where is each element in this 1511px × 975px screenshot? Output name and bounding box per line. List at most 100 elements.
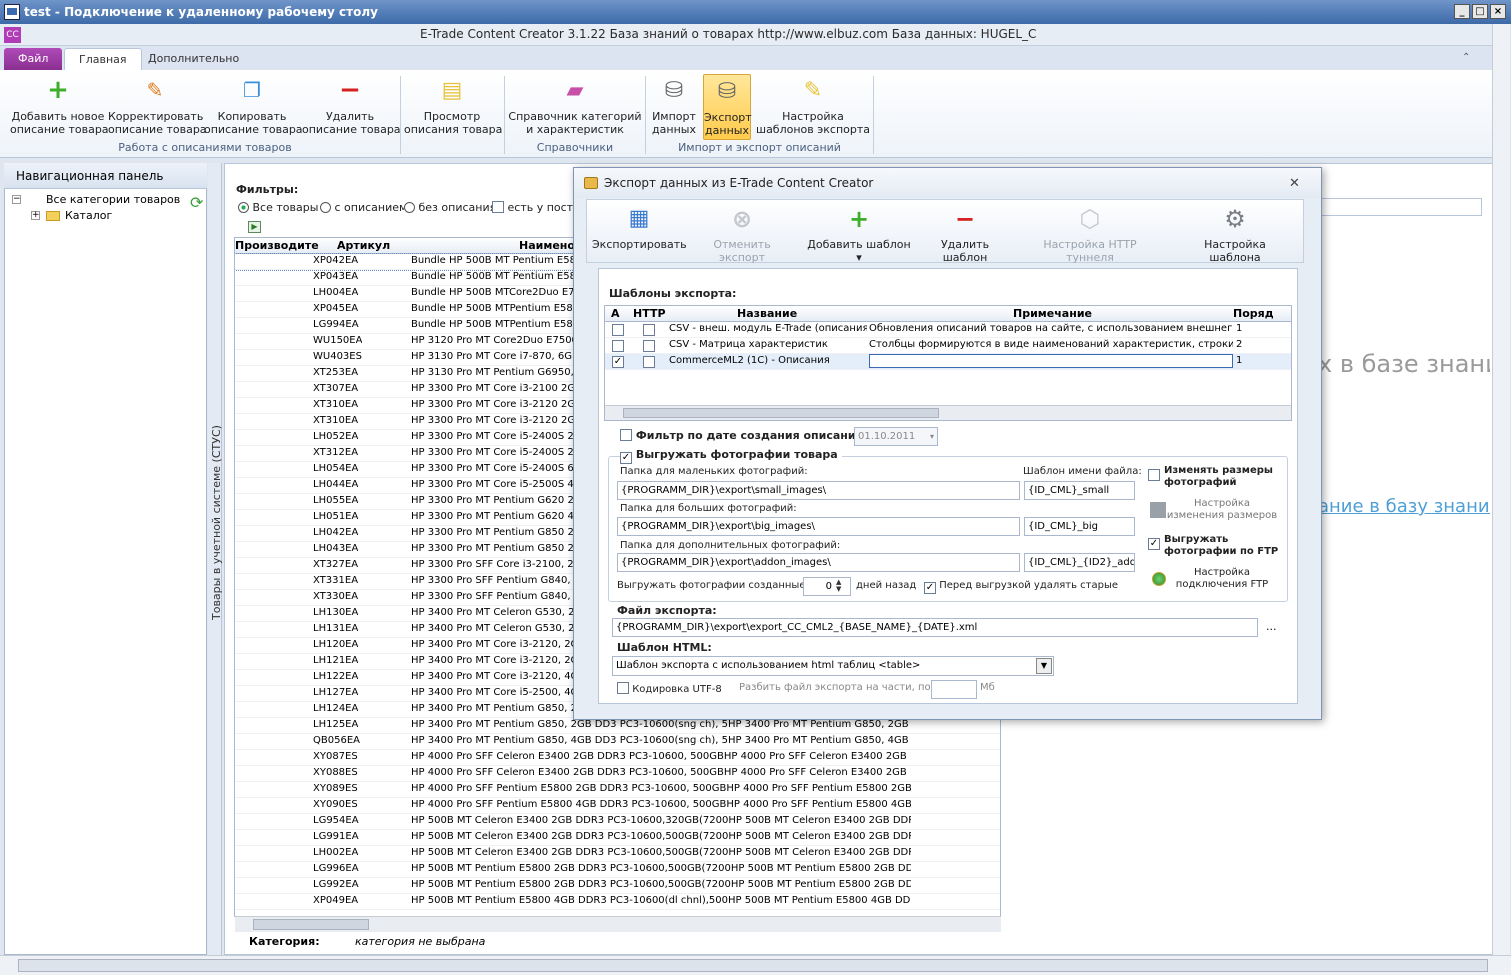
table-row[interactable]: XY089ES HP 4000 Pro SFF Pentium E5800 2GB…	[235, 782, 1000, 798]
edit-description-button[interactable]: ✎ Корректировать описание товара	[108, 74, 207, 137]
tab-home[interactable]: Главная	[64, 48, 142, 70]
view-description-button[interactable]: ▤ Просмотр описания товара	[404, 74, 502, 136]
kb-add-link[interactable]: ание в базу знаний	[1318, 496, 1490, 517]
table-row[interactable]: LG954EA HP 500B MT Celeron E3400 2GB DDR3…	[235, 814, 1000, 830]
browse-button[interactable]: ...	[1266, 620, 1277, 633]
template-note-cell[interactable]: Обновления описаний товаров на сайте, с …	[869, 323, 1233, 334]
minimize-button[interactable]: _	[1454, 4, 1470, 19]
tab-extra[interactable]: Дополнительно	[134, 48, 253, 70]
column-article[interactable]: Артикул	[337, 239, 390, 252]
resize-checkbox[interactable]: Изменять размеры фотографий	[1148, 465, 1282, 489]
split-field[interactable]	[931, 680, 977, 699]
table-row[interactable]: LH002EA HP 500B MT Celeron E3400 2GB DDR3…	[235, 846, 1000, 862]
filter-stock[interactable]: есть у поста	[492, 201, 580, 214]
template-row[interactable]: CSV - внеш. модуль E-Trade (описания) Обн…	[605, 322, 1291, 338]
tcol-active[interactable]: А	[611, 307, 620, 320]
do-export-button[interactable]: ▦ Экспортировать	[592, 204, 687, 251]
grid-arrow-icon[interactable]: ▶	[248, 221, 261, 233]
table-row[interactable]: XY088ES HP 4000 Pro SFF Celeron E3400 2GB…	[235, 766, 1000, 782]
template-active-checkbox[interactable]	[612, 340, 624, 352]
date-filter-checkbox[interactable]: Фильтр по дате создания описаний	[620, 429, 863, 442]
export-button[interactable]: ⛁ Экспорт данных	[703, 74, 752, 140]
template-http-checkbox[interactable]	[643, 356, 655, 368]
table-row[interactable]: LG992EA HP 500B MT Pentium E5800 2GB DDR3…	[235, 878, 1000, 894]
filter-without[interactable]: без описания	[404, 201, 496, 214]
table-row[interactable]: XY090ES HP 4000 Pro SFF Pentium E5800 4GB…	[235, 798, 1000, 814]
tree-catalog[interactable]: Каталог	[65, 209, 112, 222]
delete-description-button[interactable]: − Удалить описание товара	[302, 74, 401, 137]
table-row[interactable]: LG996EA HP 500B MT Pentium E5800 2GB DDR3…	[235, 862, 1000, 878]
window-vscrollbar[interactable]	[1492, 24, 1510, 955]
import-button[interactable]: ⛁ Импорт данных	[650, 74, 698, 136]
window-hscrollbar[interactable]	[0, 955, 1511, 975]
category-value: категория не выбрана	[355, 935, 486, 948]
table-row[interactable]: LH125EA HP 3400 Pro MT Pentium G850, 2GB …	[235, 718, 1000, 734]
table-row[interactable]: QB056EA HP 3400 Pro MT Pentium G850, 4GB …	[235, 734, 1000, 750]
collapse-ribbon-icon[interactable]: ⌃	[1462, 52, 1470, 63]
delete-old-checkbox[interactable]: ✓ Перед выгрузкой удалять старые	[924, 580, 1118, 594]
delete-template-button[interactable]: − Удалить шаблон	[918, 204, 1012, 264]
add-template-button[interactable]: + Добавить шаблон ▾	[804, 204, 914, 264]
template-note-cell[interactable]	[869, 354, 1233, 368]
filter-with[interactable]: с описанием	[320, 201, 407, 214]
http-tunnel-button[interactable]: ⬡ Настройка HTTP туннеля	[1020, 204, 1160, 264]
big-folder-field[interactable]: {PROGRAMM_DIR}\export\big_images\	[617, 517, 1020, 536]
tcol-note[interactable]: Примечание	[1013, 307, 1092, 320]
navigation-panel	[4, 163, 207, 955]
tcol-order[interactable]: Поряд	[1233, 307, 1274, 320]
ftp-settings-link[interactable]: Настройка подключения FTP	[1166, 567, 1278, 591]
dialog-close-icon[interactable]: ✕	[1289, 176, 1300, 191]
template-note-cell[interactable]: Столбцы формируются в виде наименований …	[869, 339, 1233, 350]
small-template-field[interactable]: {ID_CML}_small	[1024, 481, 1135, 500]
dropdown-arrow-icon[interactable]: ▼	[1036, 658, 1052, 674]
tcol-http[interactable]: HTTP	[633, 307, 666, 320]
grid-hscroll-thumb[interactable]	[253, 919, 369, 930]
templates-hscrollbar[interactable]	[605, 405, 1291, 420]
utf8-checkbox[interactable]: Кодировка UTF-8	[617, 682, 722, 695]
template-http-checkbox[interactable]	[643, 340, 655, 352]
addon-template-field[interactable]: {ID_CML}_{ID2}_add	[1024, 553, 1135, 572]
table-row[interactable]: LG991EA HP 500B MT Celeron E3400 2GB DDR3…	[235, 830, 1000, 846]
html-template-select[interactable]: Шаблон экспорта с использованием html та…	[612, 656, 1054, 676]
templates-hscroll-thumb[interactable]	[623, 408, 939, 418]
days-field[interactable]: 0	[803, 577, 851, 596]
ftp-checkbox[interactable]: ✓ Выгружать фотографии по FTP	[1148, 534, 1282, 558]
small-folder-field[interactable]: {PROGRAMM_DIR}\export\small_images\	[617, 481, 1020, 500]
tree-collapse-icon[interactable]: −	[12, 195, 21, 204]
template-settings-button[interactable]: ⚙ Настройка шаблона	[1178, 204, 1292, 264]
template-row[interactable]: CSV - Матрица характеристик Столбцы форми…	[605, 338, 1291, 354]
window-hscroll-thumb[interactable]	[18, 959, 1488, 972]
addon-folder-field[interactable]: {PROGRAMM_DIR}\export\addon_images\	[617, 553, 1020, 572]
close-button[interactable]: ×	[1490, 4, 1506, 19]
refresh-icon[interactable]: ⟳	[190, 193, 203, 212]
article-cell: LH130EA	[313, 607, 359, 618]
right-search-field[interactable]	[1310, 198, 1482, 216]
template-active-checkbox[interactable]	[612, 324, 624, 336]
column-manufacturer[interactable]: Производите	[235, 239, 319, 252]
name-cell: HP 4000 Pro SFF Celeron E3400 2GB DDR3 P…	[411, 751, 911, 762]
table-row[interactable]: XP049EA HP 500B MT Pentium E5800 4GB DDR3…	[235, 894, 1000, 910]
template-order-cell: 1	[1236, 355, 1243, 366]
tree-expand-icon[interactable]: +	[31, 211, 40, 220]
days-spinner-icon[interactable]: ▲ ▼	[836, 579, 841, 593]
date-filter-field[interactable]: 01.10.2011 ▾	[854, 427, 938, 446]
filter-all[interactable]: Все товары	[238, 201, 318, 214]
template-active-checkbox[interactable]: ✓	[612, 356, 624, 368]
resize-settings-link[interactable]: Настройка изменения размеров	[1166, 498, 1278, 522]
big-template-field[interactable]: {ID_CML}_big	[1024, 517, 1135, 536]
grid-hscrollbar[interactable]	[235, 916, 1001, 932]
tcol-name[interactable]: Название	[737, 307, 797, 320]
tab-file[interactable]: Файл	[4, 48, 63, 70]
export-templates-button[interactable]: ✎ Настройка шаблонов экспорта	[756, 74, 870, 136]
tree-all-categories[interactable]: Все категории товаров	[46, 193, 180, 206]
add-description-button[interactable]: + Добавить новое описание товара	[10, 74, 109, 137]
photos-checkbox[interactable]: ✓ Выгружать фотографии товара	[620, 448, 842, 464]
catalog-button[interactable]: ▰ Справочник категорий и характеристик	[508, 74, 642, 136]
maximize-button[interactable]: □	[1472, 4, 1488, 19]
copy-description-button[interactable]: ❐ Копировать описание товара	[204, 74, 303, 137]
template-http-checkbox[interactable]	[643, 324, 655, 336]
cancel-export-button[interactable]: ⊗ Отменить экспорт	[690, 204, 794, 264]
export-file-field[interactable]: {PROGRAMM_DIR}\export\export_CC_CML2_{BA…	[612, 618, 1258, 637]
table-row[interactable]: XY087ES HP 4000 Pro SFF Celeron E3400 2GB…	[235, 750, 1000, 766]
template-row[interactable]: ✓ CommerceML2 (1С) - Описания 1	[605, 354, 1291, 370]
